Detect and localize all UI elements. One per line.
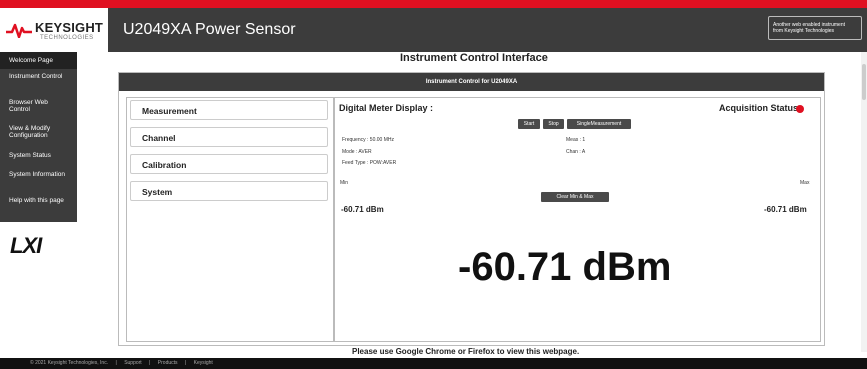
brand-subtitle: TECHNOLOGIES [40,35,94,41]
clear-min-max-button[interactable]: Clear Min & Max [541,192,609,202]
feed-type-readout: Feed Type : POW:AVER [342,160,397,166]
min-label: Min [340,180,349,186]
meas-readout: Meas : 1 [566,137,586,143]
meter-title: Digital Meter Display : [339,103,434,113]
keysight-wave-icon [6,23,32,38]
promo-line-2: from Keysight Technologies [773,28,835,34]
footer-link-support[interactable]: Support [124,360,142,366]
promo-badge[interactable]: Another web enabled instrument from Keys… [768,16,862,40]
copyright-text: © 2021 Keysight Technologies, Inc. [30,360,109,366]
brand-name: KEYSIGHT [35,20,104,35]
footer-separator: | [184,360,187,366]
control-menu: Measurement Channel Calibration System [126,97,335,342]
sidebar-item-help[interactable]: Help with this page [0,196,77,220]
acquisition-status-label: Acquisition Status: [719,103,802,113]
instrument-panel: Instrument Control for U2049XA Measureme… [118,72,825,346]
stop-button[interactable]: Stop [543,119,564,129]
sidebar-nav: Welcome Page Instrument Control Browser … [0,52,77,222]
sidebar-item-welcome[interactable]: Welcome Page [0,52,77,69]
footer-separator: | [149,360,151,366]
top-accent-bar [0,0,867,8]
keysight-logo[interactable]: KEYSIGHT TECHNOLOGIES [0,8,108,52]
sidebar-item-system-status[interactable]: System Status [0,151,77,170]
footer: © 2021 Keysight Technologies, Inc. | Sup… [0,358,867,369]
max-value: -60.71 dBm [764,205,807,214]
sidebar-item-configuration[interactable]: View & Modify Configuration [0,124,77,151]
app-title: U2049XA Power Sensor [123,21,296,38]
footer-link-keysight[interactable]: Keysight [194,360,213,366]
menu-channel[interactable]: Channel [130,127,328,147]
menu-measurement[interactable]: Measurement [130,100,328,120]
lxi-logo: LXI [10,233,42,258]
page-title: Instrument Control Interface [400,52,548,64]
min-value: -60.71 dBm [341,205,384,214]
acquisition-status-indicator [796,105,804,113]
digital-meter-display: Digital Meter Display : Acquisition Stat… [333,97,821,342]
menu-system[interactable]: System [130,181,328,201]
scrollbar-thumb[interactable] [862,64,866,100]
single-measurement-button[interactable]: SingleMeasurement [567,119,631,129]
power-reading: -60.71 dBm [458,245,672,289]
footer-link-products[interactable]: Products [158,360,178,366]
mode-readout: Mode : AVER [342,149,372,155]
frequency-readout: Frequency : 50.00 MHz [342,137,394,143]
sidebar-item-instrument-control[interactable]: Instrument Control [0,69,77,97]
browser-notice: Please use Google Chrome or Firefox to v… [352,347,580,356]
start-button[interactable]: Start [518,119,540,129]
chan-readout: Chan : A [566,149,586,155]
sidebar-item-system-information[interactable]: System Information [0,170,77,196]
footer-separator: | [115,360,117,366]
panel-title: Instrument Control for U2049XA [119,73,824,91]
max-label: Max [800,180,810,186]
menu-calibration[interactable]: Calibration [130,154,328,174]
sidebar-item-browser-web-control[interactable]: Browser Web Control [0,97,77,124]
